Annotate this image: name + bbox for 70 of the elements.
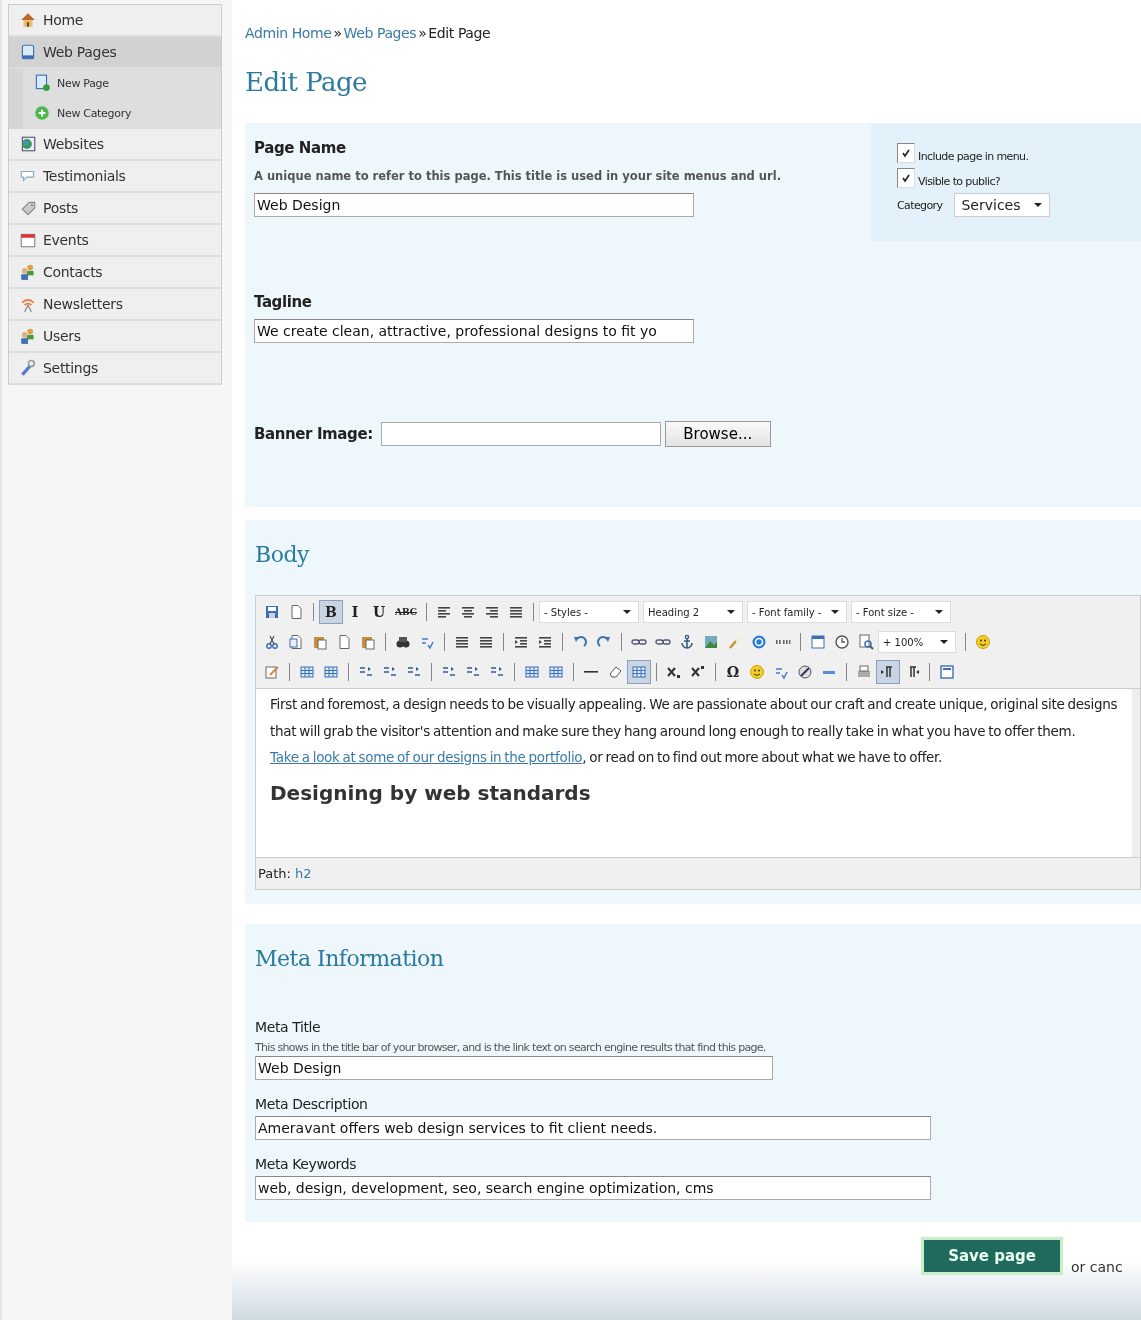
caret-icon	[726, 609, 736, 615]
checkbox-label: Visible to public?	[918, 175, 1001, 188]
wrench-icon	[19, 359, 37, 377]
field-label: Banner Image:	[254, 425, 373, 443]
field-label: Meta Keywords	[255, 1156, 357, 1172]
people-icon	[19, 327, 37, 345]
cancel-text: or canc	[1071, 1259, 1124, 1275]
scrollbar[interactable]	[1132, 689, 1140, 857]
caret-icon	[830, 609, 840, 615]
meta-field[interactable]: Ameravant offers web design services to fit client needs.	[255, 1116, 931, 1140]
field-label: Page Name	[254, 139, 347, 157]
globe-icon	[19, 135, 37, 153]
browse-button[interactable]: Browse...	[664, 421, 771, 447]
section-title: Body	[255, 542, 311, 567]
category-select[interactable]: Services	[954, 193, 1050, 217]
breadcrumb-link[interactable]: Admin Home	[245, 25, 332, 41]
check-icon	[901, 148, 911, 158]
left-to-right-icon[interactable]	[876, 660, 900, 684]
calendar-icon	[19, 231, 37, 249]
format-button[interactable]: ABC	[391, 600, 421, 624]
page-name-field[interactable]: Web Design	[254, 193, 694, 217]
help-text: This shows in the title bar of your browser, and is the link text on search engine results that find this page.	[255, 1041, 766, 1054]
breadcrumb-separator: »	[418, 25, 427, 41]
format-button[interactable]: Ω	[721, 660, 745, 684]
sidebar-subitem[interactable]: New Category	[23, 99, 221, 129]
path-label: Path:	[258, 866, 291, 881]
checkbox[interactable]	[897, 143, 915, 163]
check-icon	[901, 173, 911, 183]
save-button[interactable]: Save page	[921, 1237, 1063, 1275]
grid-icon[interactable]	[627, 660, 651, 684]
caret-icon	[939, 639, 949, 645]
help-text: A unique name to refer to this page. This title is used in your site menus and url.	[254, 168, 782, 185]
breadcrumb-current: Edit Page	[428, 25, 491, 41]
page-icon	[19, 43, 37, 61]
format-button[interactable]: U	[367, 600, 391, 624]
toolbar-select[interactable]: - Styles -	[539, 601, 639, 623]
field-label: Tagline	[254, 293, 313, 311]
path-link[interactable]: h2	[294, 866, 312, 881]
portfolio-link[interactable]: Take a look at some of our designs in the portfolio	[270, 749, 583, 765]
people-icon	[19, 263, 37, 281]
body-heading: Designing by web standards	[270, 780, 592, 805]
tagline-field[interactable]: We create clean, attractive, professional designs to fit yo	[254, 319, 694, 343]
file-field[interactable]	[380, 422, 661, 446]
caret-icon	[622, 609, 632, 615]
toolbar-select[interactable]: - Font family -	[747, 601, 847, 623]
tag-icon	[19, 199, 37, 217]
field-label: Meta Title	[255, 1019, 321, 1035]
sidebar-subitem[interactable]: New Page	[23, 69, 221, 99]
section-title: Meta Information	[255, 946, 445, 971]
format-button[interactable]: I	[343, 600, 367, 624]
format-button[interactable]: B	[319, 600, 343, 624]
field-label: Category	[897, 198, 943, 212]
checkbox[interactable]	[897, 168, 915, 188]
new-page-icon	[33, 74, 51, 92]
add-circle-icon	[33, 104, 51, 122]
field-label: Meta Description	[255, 1096, 368, 1112]
toolbar-select[interactable]: - Font size -	[851, 601, 951, 623]
breadcrumb-link[interactable]: Web Pages	[343, 25, 417, 41]
toolbar-select[interactable]: Heading 2	[643, 601, 743, 623]
page-title: Edit Page	[245, 67, 368, 97]
caret-icon	[934, 609, 944, 615]
sidebar-item[interactable]: Web Pages	[9, 37, 221, 69]
checkbox-label: Include page in menu.	[918, 150, 1029, 163]
body-paragraph: First and foremost, a design needs to be visually appealing. We are passionate about our craft and create unique, original site designs that will grab the visitor's attention and make sure they hang around long enough to really take in what you have to offer them. Take a look at some of our designs in the portfolio, or read on to find out more about what we have to offer.	[270, 695, 1119, 767]
home-icon	[19, 11, 37, 29]
caret-icon	[1032, 202, 1043, 208]
breadcrumb-separator: »	[333, 25, 342, 41]
meta-field[interactable]: Web Design	[255, 1056, 773, 1080]
meta-field[interactable]: web, design, development, seo, search engine optimization, cms	[255, 1176, 931, 1200]
toolbar-select[interactable]: + 100%	[878, 631, 956, 653]
